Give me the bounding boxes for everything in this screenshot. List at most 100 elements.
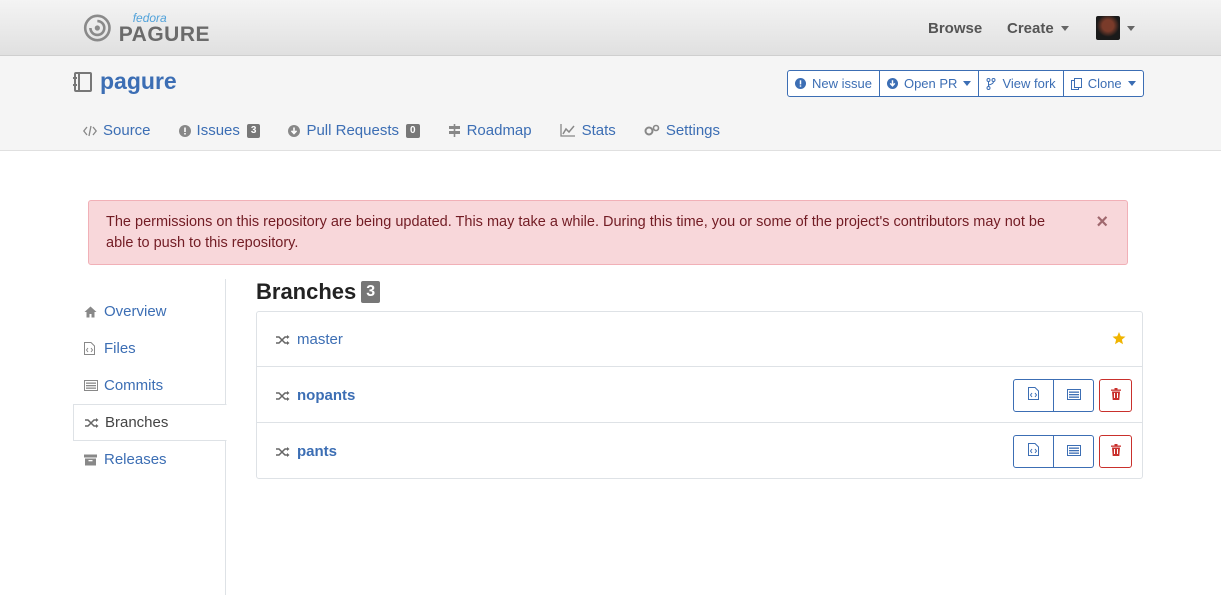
create-label: Create — [1007, 19, 1054, 37]
branches-count-badge: 3 — [361, 281, 381, 303]
branch-actions — [1013, 435, 1132, 468]
sidebar-item-branches[interactable]: Branches — [73, 404, 227, 441]
random-icon — [276, 390, 290, 402]
sidebar-item-overview[interactable]: Overview — [73, 293, 226, 330]
sidebar-item-label: Branches — [105, 414, 169, 431]
open-pr-label: Open PR — [903, 76, 958, 91]
list-icon — [1066, 443, 1081, 461]
branch-actions — [1013, 379, 1132, 412]
list-icon — [1066, 387, 1081, 405]
file-code-icon — [1028, 386, 1039, 405]
list-item: nopants — [257, 368, 1142, 423]
repo-title: pagure — [72, 68, 177, 95]
view-commits-button[interactable] — [1054, 435, 1094, 468]
copy-icon — [1070, 77, 1082, 90]
repo-actions: New issue Open PR View fork Clone — [787, 70, 1144, 97]
branch-name: master — [297, 331, 343, 348]
tab-stats-label: Stats — [581, 122, 616, 139]
pagure-logo[interactable]: fedora PAGURE — [80, 11, 210, 45]
sidebar-item-label: Files — [104, 340, 136, 357]
arrow-circle-down-icon — [886, 78, 898, 89]
exclamation-circle-icon — [178, 124, 191, 137]
branches-list: master nopants pants — [256, 311, 1143, 479]
repo-sidebar: Overview Files Commits Branches Releases — [73, 279, 227, 595]
clone-dropdown[interactable]: Clone — [1064, 71, 1143, 96]
close-icon[interactable]: × — [1096, 211, 1108, 233]
tab-issues[interactable]: Issues 3 — [178, 122, 261, 139]
list-item: pants — [257, 424, 1142, 479]
user-menu[interactable] — [1096, 0, 1135, 56]
branch-link-master[interactable]: master — [276, 312, 343, 367]
repo-tabs: Source Issues 3 Pull Requests 0 Roadmap — [83, 122, 748, 139]
pagure-shell-icon — [83, 14, 111, 42]
default-branch-star-icon — [1112, 332, 1126, 350]
sidebar-item-label: Overview — [104, 303, 167, 320]
tab-settings[interactable]: Settings — [644, 122, 720, 139]
tab-settings-label: Settings — [665, 122, 721, 139]
branch-name: pants — [297, 443, 338, 460]
alert-message: The permissions on this repository are b… — [106, 214, 1046, 251]
branches-heading: Branches 3 — [256, 279, 381, 305]
view-files-button[interactable] — [1013, 379, 1054, 412]
create-dropdown[interactable]: Create — [1007, 0, 1069, 56]
file-code-icon — [1028, 442, 1039, 461]
repo-name-link[interactable]: pagure — [100, 68, 177, 95]
pr-count-badge: 0 — [406, 123, 420, 138]
top-navbar: fedora PAGURE Browse Create — [0, 0, 1221, 56]
chevron-down-icon — [963, 81, 972, 86]
view-commits-button[interactable] — [1054, 379, 1094, 412]
code-icon — [83, 125, 97, 137]
sidebar-item-label: Releases — [104, 451, 167, 468]
browse-link[interactable]: Browse — [928, 0, 982, 56]
exclamation-circle-icon — [795, 78, 806, 89]
branch-link-nopants[interactable]: nopants — [276, 368, 355, 423]
chevron-down-icon — [1127, 81, 1136, 86]
delete-branch-button[interactable] — [1099, 379, 1132, 412]
random-icon — [85, 417, 99, 429]
tab-pull-requests-label: Pull Requests — [306, 122, 400, 139]
repo-header: pagure New issue Open PR View fork Clone… — [0, 56, 1221, 151]
brand-small: fedora — [132, 10, 167, 25]
delete-branch-button[interactable] — [1099, 435, 1132, 468]
tab-roadmap-label: Roadmap — [466, 122, 532, 139]
trash-icon — [1110, 387, 1121, 405]
view-files-button[interactable] — [1013, 435, 1054, 468]
open-pr-button[interactable]: Open PR — [880, 71, 980, 96]
clone-label: Clone — [1087, 76, 1122, 91]
sidebar-item-releases[interactable]: Releases — [73, 441, 226, 478]
tab-source-label: Source — [103, 122, 151, 139]
view-fork-label: View fork — [1002, 76, 1056, 91]
arrow-circle-down-icon — [288, 124, 301, 137]
view-fork-button[interactable]: View fork — [979, 71, 1064, 96]
archive-icon — [84, 454, 98, 466]
line-chart-icon — [559, 124, 576, 137]
page-title: Branches — [256, 279, 357, 304]
permissions-alert: The permissions on this repository are b… — [88, 200, 1128, 265]
branch-name: nopants — [297, 387, 356, 404]
tab-source[interactable]: Source — [83, 122, 151, 139]
new-issue-label: New issue — [812, 76, 872, 91]
chevron-down-icon — [1127, 25, 1135, 31]
browse-label: Browse — [928, 19, 983, 37]
random-icon — [276, 446, 290, 458]
tab-pull-requests[interactable]: Pull Requests 0 — [288, 122, 420, 139]
repo-book-icon — [73, 71, 92, 92]
branch-link-pants[interactable]: pants — [276, 424, 337, 479]
new-issue-button[interactable]: New issue — [788, 71, 880, 96]
chevron-down-icon — [1060, 25, 1069, 31]
sidebar-item-label: Commits — [104, 377, 164, 394]
sidebar-item-files[interactable]: Files — [73, 330, 226, 367]
tab-roadmap[interactable]: Roadmap — [448, 122, 532, 139]
sidebar-item-commits[interactable]: Commits — [73, 367, 226, 404]
tab-stats[interactable]: Stats — [559, 122, 616, 139]
avatar — [1096, 16, 1120, 40]
brand-large: PAGURE — [118, 22, 210, 46]
home-icon — [84, 306, 98, 318]
list-item: master — [257, 312, 1142, 367]
trash-icon — [1110, 443, 1121, 461]
code-fork-icon — [986, 77, 996, 90]
random-icon — [276, 334, 290, 346]
file-code-icon — [84, 342, 98, 355]
tab-issues-label: Issues — [196, 122, 240, 139]
gears-icon — [644, 124, 660, 137]
